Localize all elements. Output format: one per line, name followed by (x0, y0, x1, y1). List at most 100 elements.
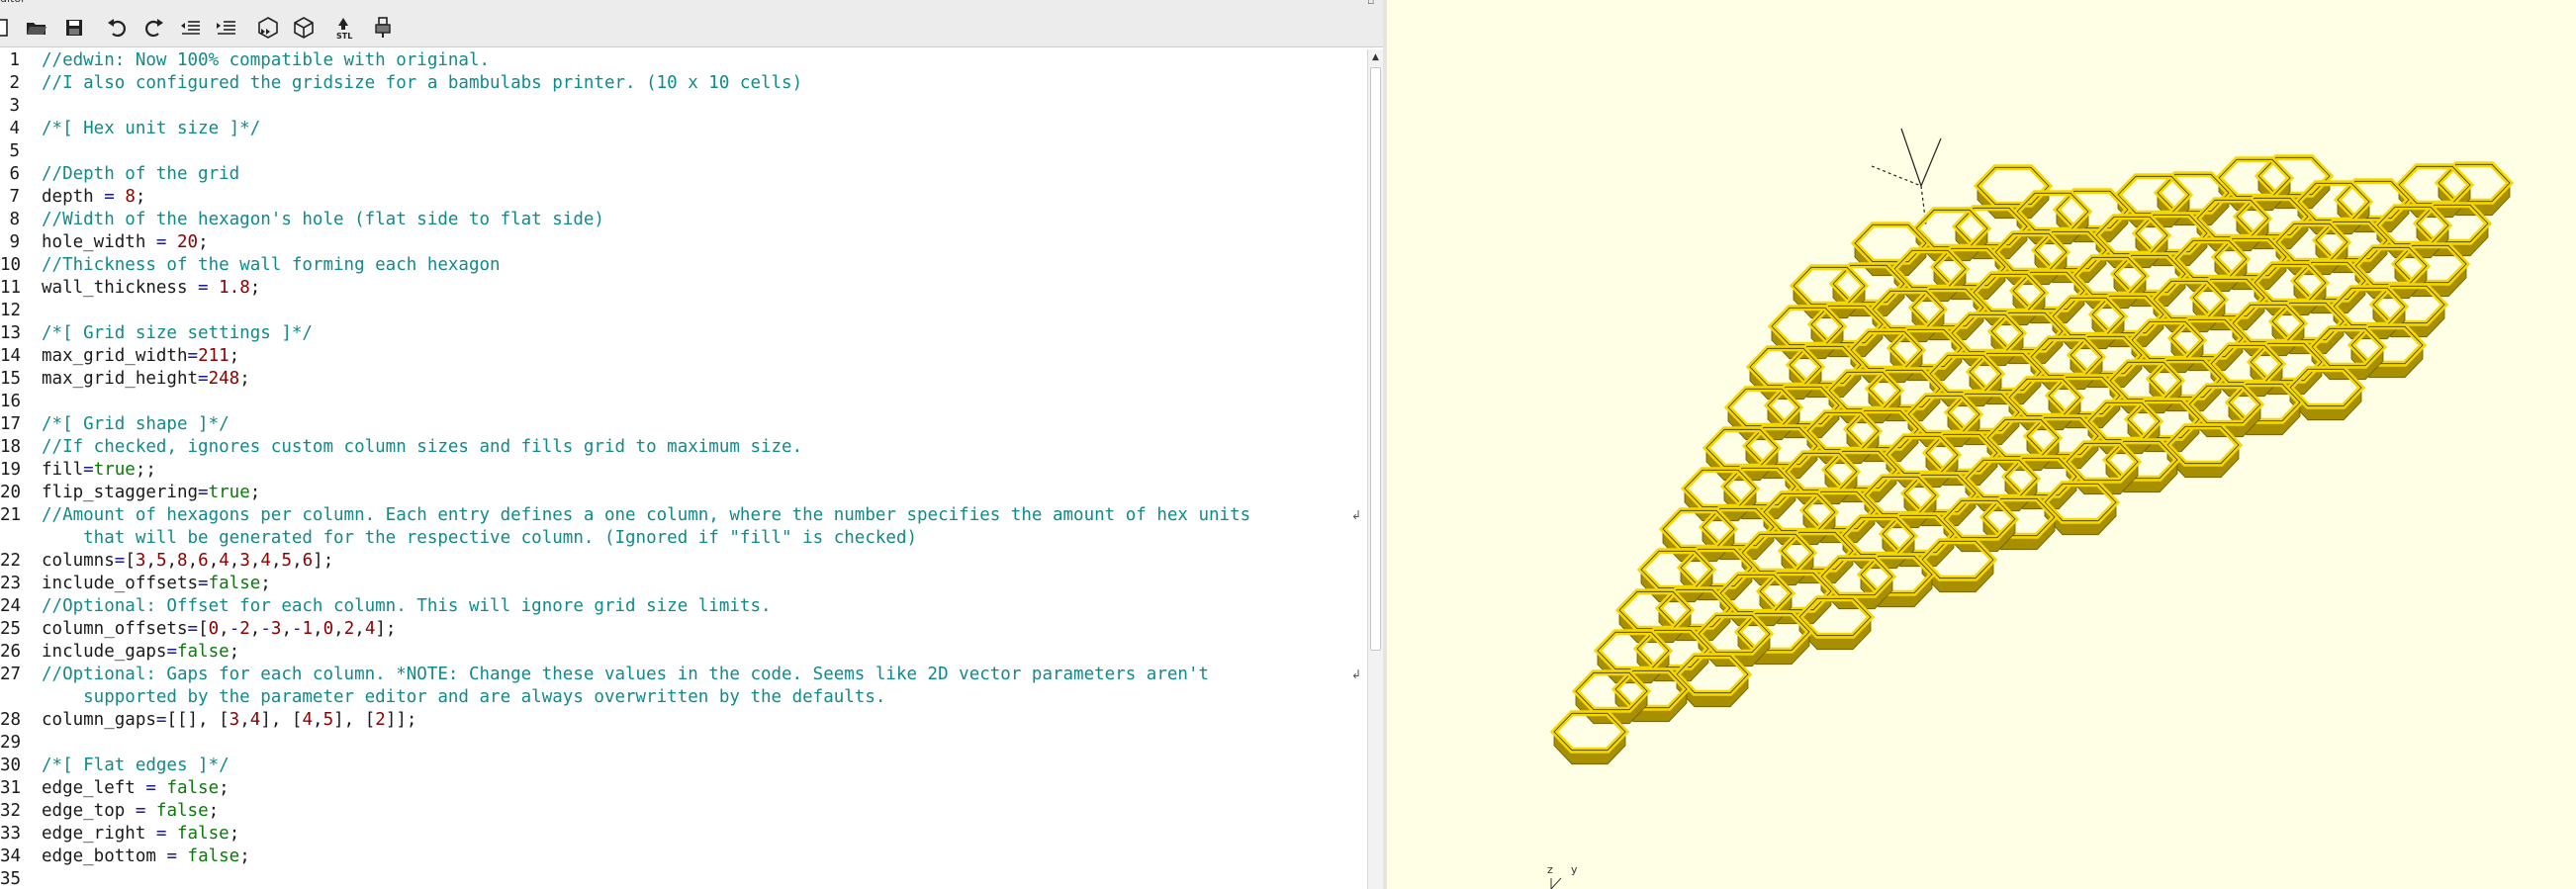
code-line[interactable]: 23 include_offsets=false; (0, 573, 1365, 595)
line-number: 32 (0, 801, 22, 821)
hex-grid-render: zy (1547, 128, 2515, 889)
code-line[interactable]: 24 //Optional: Offset for each column. Th… (0, 595, 1365, 618)
hex-cell-rim (1973, 164, 2054, 208)
line-number: 11 (0, 278, 22, 298)
code-line[interactable]: 29 (0, 732, 1365, 755)
axis-y-line (1900, 128, 1922, 187)
line-number: 24 (0, 596, 22, 616)
render-icon[interactable] (289, 14, 319, 42)
line-number: 6 (9, 164, 20, 184)
code-line[interactable]: 18 //If checked, ignores custom column si… (0, 436, 1365, 459)
code-line[interactable]: 5 (0, 140, 1365, 163)
scrollbar-thumb[interactable] (1370, 67, 1381, 651)
stl-export-icon[interactable]: STL (332, 14, 362, 42)
hex-cell-rim (2333, 178, 2414, 222)
code-text: columns=[3,5,8,6,4,3,4,5,6]; (42, 551, 334, 571)
hex-cell-rim (2254, 154, 2335, 198)
code-line[interactable]: 34 edge_bottom = false; (0, 845, 1365, 868)
line-number: 28 (0, 710, 22, 730)
line-number (0, 686, 20, 709)
line-number: 29 (0, 733, 22, 753)
code-line[interactable]: 32 edge_top = false; (0, 800, 1365, 823)
code-line[interactable]: 20 flip_staggering=true; (0, 482, 1365, 504)
axis-indicator-y (1550, 877, 1562, 889)
new-file-icon[interactable] (0, 14, 16, 42)
printer-icon[interactable] (368, 14, 398, 42)
code-line[interactable]: 2 //I also configured the gridsize for a … (0, 72, 1365, 95)
code-line[interactable]: 21 //Amount of hexagons per column. Each … (0, 504, 1365, 527)
code-line[interactable]: 31 edge_left = false; (0, 777, 1365, 800)
code-line[interactable]: 28 column_gaps=[[], [3,4], [4,5], [2]]; (0, 709, 1365, 732)
code-text: hole_width = 20; (42, 232, 209, 252)
code-line[interactable]: 11 wall_thickness = 1.8; (0, 277, 1365, 300)
close-icon[interactable]: ▫ (1367, 0, 1374, 7)
line-number: 15 (0, 369, 22, 389)
line-number: 4 (9, 119, 20, 138)
code-line[interactable]: 12 (0, 300, 1365, 322)
hex-cell-rim (1789, 264, 1870, 308)
code-line[interactable]: 16 (0, 391, 1365, 413)
code-line[interactable]: 17 /*[ Grid shape ]*/ (0, 413, 1365, 436)
code-text: //Width of the hexagon's hole (flat side… (42, 210, 604, 229)
3d-viewport[interactable]: zy (1387, 0, 2576, 889)
code-line[interactable]: 4 /*[ Hex unit size ]*/ (0, 118, 1365, 140)
code-line[interactable]: 13 /*[ Grid size settings ]*/ (0, 322, 1365, 345)
code-line[interactable]: 3 (0, 95, 1365, 118)
code-line[interactable]: 10 //Thickness of the wall forming each h… (0, 254, 1365, 277)
code-line[interactable]: 22 columns=[3,5,8,6,4,3,4,5,6]; (0, 550, 1365, 573)
code-line[interactable]: 27 //Optional: Gaps for each column. *NOT… (0, 664, 1365, 686)
line-number: 14 (0, 346, 22, 366)
preview-icon[interactable] (253, 14, 283, 42)
scroll-up-icon[interactable]: ▲ (1368, 49, 1383, 65)
axis-label-y: y (1571, 863, 1578, 876)
code-line[interactable]: 6 //Depth of the grid (0, 163, 1365, 186)
code-text: edge_right = false; (42, 824, 240, 844)
code-line[interactable]: 19 fill=true;; (0, 459, 1365, 482)
editor-scrollbar[interactable]: ▲ (1367, 49, 1383, 889)
line-number: 26 (0, 642, 22, 662)
folder-open-icon[interactable] (22, 14, 51, 42)
code-editor[interactable]: 1 //edwin: Now 100% compatible with origi… (0, 49, 1367, 889)
line-number: 34 (0, 846, 22, 866)
line-number: 3 (9, 96, 20, 116)
code-line[interactable]: 26 include_gaps=false; (0, 641, 1365, 664)
code-line[interactable]: 7 depth = 8; (0, 186, 1365, 209)
code-text: //Amount of hexagons per column. Each en… (42, 505, 1251, 525)
code-text: include_offsets=false; (42, 574, 271, 593)
code-line[interactable]: 14 max_grid_width=211; (0, 345, 1365, 368)
code-line[interactable]: 15 max_grid_height=248; (0, 368, 1365, 391)
code-line[interactable]: 9 hole_width = 20; (0, 231, 1365, 254)
line-number: 17 (0, 414, 22, 434)
code-text: supported by the parameter editor and ar… (42, 687, 886, 707)
line-number: 5 (9, 141, 20, 161)
unindent-icon[interactable] (176, 14, 206, 42)
save-icon[interactable] (59, 14, 89, 42)
axis-x-line (1871, 165, 1922, 187)
code-text: edge_bottom = false; (42, 846, 250, 866)
code-text: max_grid_height=248; (42, 369, 250, 389)
line-number: 35 (0, 869, 22, 889)
undo-icon[interactable] (103, 14, 133, 42)
redo-icon[interactable] (138, 14, 168, 42)
line-number: 18 (0, 437, 22, 457)
line-number: 8 (9, 210, 20, 229)
code-line[interactable]: 25 column_offsets=[0,-2,-3,-1,0,2,4]; (0, 618, 1365, 641)
line-number: 25 (0, 619, 22, 639)
code-line[interactable]: that will be generated for the respectiv… (0, 527, 1365, 550)
code-line[interactable]: 35 (0, 868, 1365, 889)
line-number: 16 (0, 392, 22, 411)
code-line[interactable]: 1 //edwin: Now 100% compatible with origi… (0, 49, 1365, 72)
hex-cell-rim (2434, 161, 2515, 205)
line-number (0, 527, 20, 550)
code-text: /*[ Grid size settings ]*/ (42, 323, 313, 343)
line-number: 30 (0, 756, 22, 775)
code-text: //Depth of the grid (42, 164, 240, 184)
code-line[interactable]: 33 edge_right = false; (0, 823, 1365, 845)
code-line[interactable]: 8 //Width of the hexagon's hole (flat sid… (0, 209, 1365, 231)
code-text: edge_left = false; (42, 778, 230, 798)
indent-icon[interactable] (212, 14, 241, 42)
code-line[interactable]: 30 /*[ Flat edges ]*/ (0, 755, 1365, 777)
code-line[interactable]: supported by the parameter editor and ar… (0, 686, 1365, 709)
line-number: 1 (9, 50, 20, 70)
line-number: 12 (0, 301, 22, 320)
